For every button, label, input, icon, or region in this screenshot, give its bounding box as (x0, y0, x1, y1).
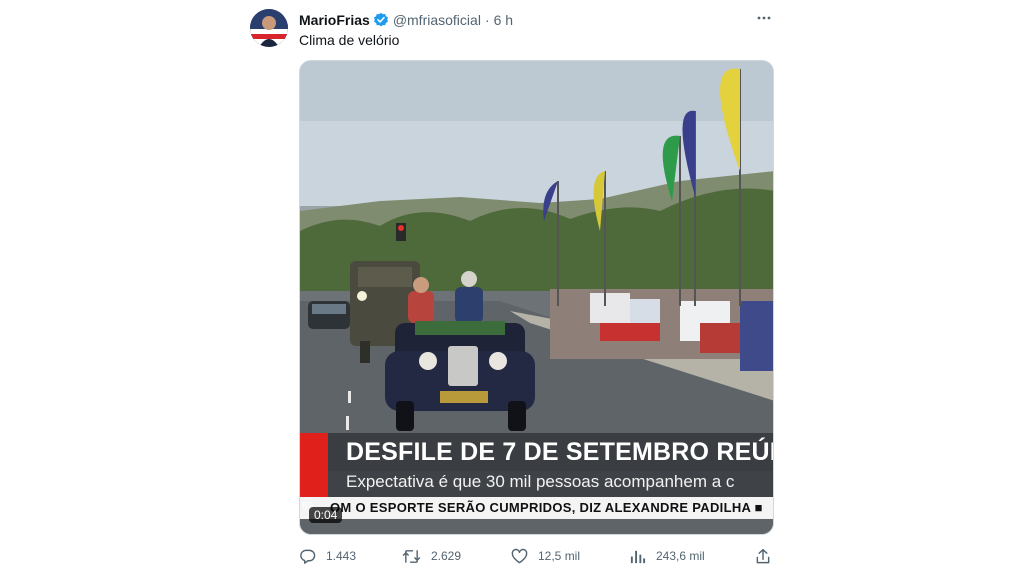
ticker-subline: Expectativa é que 30 mil pessoas acompan… (346, 472, 735, 491)
retweet-icon (402, 549, 421, 563)
views-count: 243,6 mil (656, 549, 705, 563)
views-button[interactable]: 243,6 mil (629, 546, 705, 566)
more-icon[interactable] (754, 8, 774, 28)
share-icon (756, 548, 770, 563)
reply-button[interactable]: 1.443 (299, 546, 356, 566)
timestamp[interactable]: 6 h (494, 12, 513, 28)
like-button[interactable]: 12,5 mil (511, 546, 580, 566)
ticker-crawl: OM O ESPORTE SERÃO CUMPRIDOS, DIZ ALEXAN… (330, 500, 763, 515)
analytics-icon (630, 550, 646, 563)
reply-count: 1.443 (326, 549, 357, 563)
tweet[interactable]: MarioFrias @mfriasoficial · 6 h Clima de… (250, 0, 780, 576)
ticker-headline: DESFILE DE 7 DE SETEMBRO REÚNE AUTO (346, 438, 773, 466)
retweet-button[interactable]: 2.629 (402, 546, 461, 566)
handle[interactable]: @mfriasoficial (393, 12, 481, 28)
tweet-text: Clima de velório (299, 32, 400, 48)
action-bar: 1.443 2.629 12,5 mil 243,6 mil (299, 546, 774, 566)
retweet-count: 2.629 (431, 549, 462, 563)
tweet-header: MarioFrias @mfriasoficial · 6 h (299, 10, 513, 30)
like-count: 12,5 mil (538, 549, 581, 563)
share-button[interactable] (755, 546, 781, 566)
separator-dot: · (484, 12, 490, 28)
display-name[interactable]: MarioFrias (299, 12, 370, 28)
reply-icon (300, 549, 316, 564)
avatar[interactable] (250, 9, 288, 47)
video-player[interactable]: DESFILE DE 7 DE SETEMBRO REÚNE AUTO Expe… (299, 60, 774, 535)
heart-icon (511, 548, 528, 563)
video-duration: 0:04 (309, 507, 343, 523)
verified-badge-icon (373, 12, 389, 28)
